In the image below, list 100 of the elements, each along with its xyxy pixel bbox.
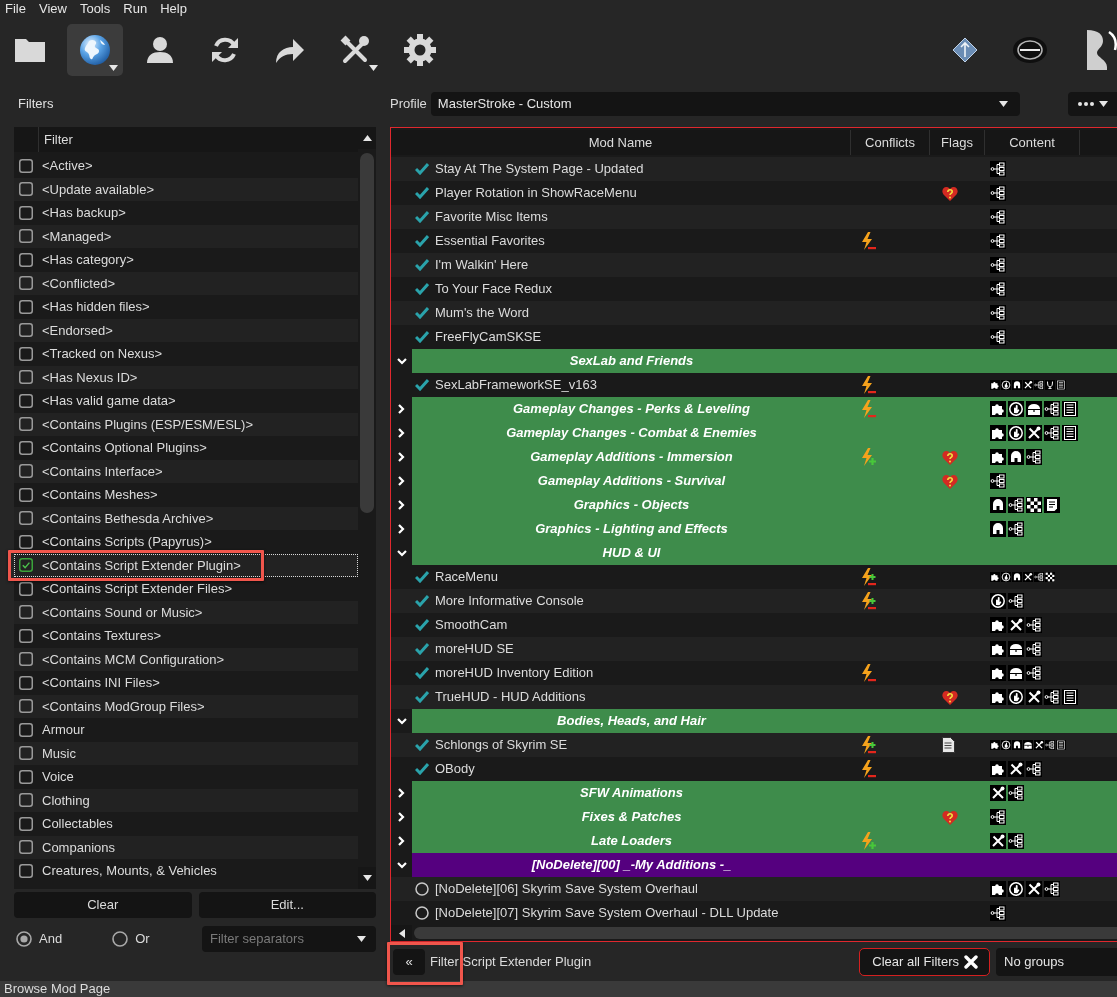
filter-item[interactable]: Clothing [14, 788, 358, 812]
checkbox[interactable] [19, 393, 33, 408]
radio-indicator[interactable] [16, 931, 32, 947]
checkbox[interactable] [19, 769, 33, 784]
filter-item[interactable]: Music [14, 741, 358, 765]
clear-button[interactable]: Clear [14, 892, 192, 918]
clear-filters-button[interactable]: Clear all Filters [859, 947, 990, 976]
profile-dropdown[interactable]: MasterStroke - Custom [430, 92, 1020, 116]
chevron-right-icon[interactable] [398, 500, 405, 510]
checkbox[interactable] [19, 605, 33, 620]
checkmark-icon[interactable] [415, 235, 429, 247]
menu-item[interactable]: Tools [79, 0, 111, 18]
checkbox[interactable] [19, 182, 33, 197]
circle-icon[interactable] [415, 906, 429, 920]
checkbox[interactable] [19, 722, 33, 737]
chevron-right-icon[interactable] [398, 524, 405, 534]
checkmark-icon[interactable] [415, 571, 429, 583]
radio-indicator[interactable] [112, 931, 129, 947]
column-header[interactable]: Content [985, 130, 1080, 155]
chevron-right-icon[interactable] [398, 836, 405, 846]
mod-row[interactable]: Favorite Misc Items [391, 205, 1117, 229]
filter-item[interactable]: <Update available> [14, 177, 358, 201]
scrollbar-thumb[interactable] [360, 153, 374, 513]
scroll-left-button[interactable] [391, 925, 412, 941]
checkbox[interactable] [19, 229, 33, 244]
mod-row[interactable]: I'm Walkin' Here [391, 253, 1117, 277]
edit-button[interactable]: Edit... [198, 892, 376, 918]
chevron-down-icon[interactable] [396, 861, 407, 869]
checkbox[interactable] [19, 675, 33, 690]
scrollbar-thumb[interactable] [414, 927, 1117, 939]
filter-item[interactable]: <Contains Interface> [14, 459, 358, 483]
radio-option[interactable]: Or [112, 929, 150, 949]
checkmark-icon[interactable] [415, 739, 429, 751]
checkbox[interactable] [19, 417, 33, 432]
checkmark-icon[interactable] [415, 211, 429, 223]
chevron-right-icon[interactable] [398, 452, 405, 462]
more-button[interactable] [1068, 92, 1117, 116]
filter-item[interactable]: <Endorsed> [14, 318, 358, 342]
checkbox[interactable] [19, 793, 33, 808]
filter-item[interactable]: <Contains Script Extender Plugin> [14, 553, 358, 577]
chevron-right-icon[interactable] [398, 404, 405, 414]
checkmark-icon[interactable] [415, 163, 429, 175]
grouping-dropdown[interactable]: No groups [996, 947, 1117, 976]
mod-row[interactable]: TrueHUD - HUD Additions [391, 685, 1117, 709]
mod-row[interactable]: Stay At The System Page - Updated [391, 157, 1117, 181]
column-header[interactable]: Flags [930, 130, 985, 155]
checkbox[interactable] [19, 323, 33, 338]
menu-item[interactable]: Run [123, 0, 148, 18]
column-header[interactable]: Mod Name [391, 130, 851, 155]
checkbox[interactable] [19, 464, 33, 479]
checkbox[interactable] [19, 840, 33, 855]
checkmark-icon[interactable] [415, 763, 429, 775]
mod-row[interactable]: moreHUD SE [391, 637, 1117, 661]
checkbox[interactable] [19, 299, 33, 314]
filter-item[interactable]: <Has Nexus ID> [14, 365, 358, 389]
checkmark-icon[interactable] [415, 331, 429, 343]
menu-item[interactable]: Help [160, 0, 187, 18]
chevron-right-icon[interactable] [398, 788, 405, 798]
checkmark-icon[interactable] [415, 307, 429, 319]
mod-row[interactable]: Mum's the Word [391, 301, 1117, 325]
checkbox[interactable] [19, 370, 33, 385]
filter-item[interactable]: Companions [14, 835, 358, 859]
checkbox[interactable] [19, 205, 33, 220]
dropdown-field[interactable]: Filter separators [202, 926, 376, 952]
globe-button[interactable] [67, 24, 123, 76]
checkmark-icon[interactable] [415, 691, 429, 703]
checkbox[interactable] [19, 346, 33, 361]
chevron-right-icon[interactable] [398, 428, 405, 438]
checkbox[interactable] [19, 558, 33, 573]
checkmark-icon[interactable] [415, 667, 429, 679]
chevron-down-icon[interactable] [396, 717, 407, 725]
menu-item[interactable]: File [5, 0, 26, 18]
checkbox[interactable] [19, 699, 33, 714]
checkmark-icon[interactable] [415, 643, 429, 655]
collapse-button[interactable]: « [393, 948, 425, 975]
checkmark-icon[interactable] [415, 283, 429, 295]
checkmark-icon[interactable] [415, 187, 429, 199]
chevron-down-icon[interactable] [396, 357, 407, 365]
chevron-right-icon[interactable] [398, 476, 405, 486]
filter-item[interactable]: <Contains Plugins (ESP/ESM/ESL)> [14, 412, 358, 436]
checkbox[interactable] [19, 487, 33, 502]
filter-item[interactable]: <Contains Bethesda Archive> [14, 506, 358, 530]
column-header[interactable]: Conflicts [851, 130, 930, 155]
checkbox[interactable] [19, 816, 33, 831]
scroll-up-button[interactable] [358, 127, 376, 149]
radio-option[interactable]: And [16, 929, 63, 949]
circle-icon[interactable] [415, 882, 429, 896]
checkbox[interactable] [19, 628, 33, 643]
checkbox[interactable] [19, 652, 33, 667]
filter-item[interactable]: <Contains Sound or Music> [14, 600, 358, 624]
mod-row[interactable]: Schlongs of Skyrim SE [391, 733, 1117, 757]
checkbox[interactable] [19, 511, 33, 526]
checkmark-icon[interactable] [415, 619, 429, 631]
chevron-right-icon[interactable] [398, 812, 405, 822]
mod-row[interactable]: [NoDelete][06] Skyrim Save System Overhaul [391, 877, 1117, 901]
checkbox[interactable] [19, 276, 33, 291]
mod-row[interactable]: More Informative Console [391, 589, 1117, 613]
filter-item[interactable]: <Managed> [14, 224, 358, 248]
checkbox[interactable] [19, 863, 33, 878]
chevron-down-icon[interactable] [396, 549, 407, 557]
